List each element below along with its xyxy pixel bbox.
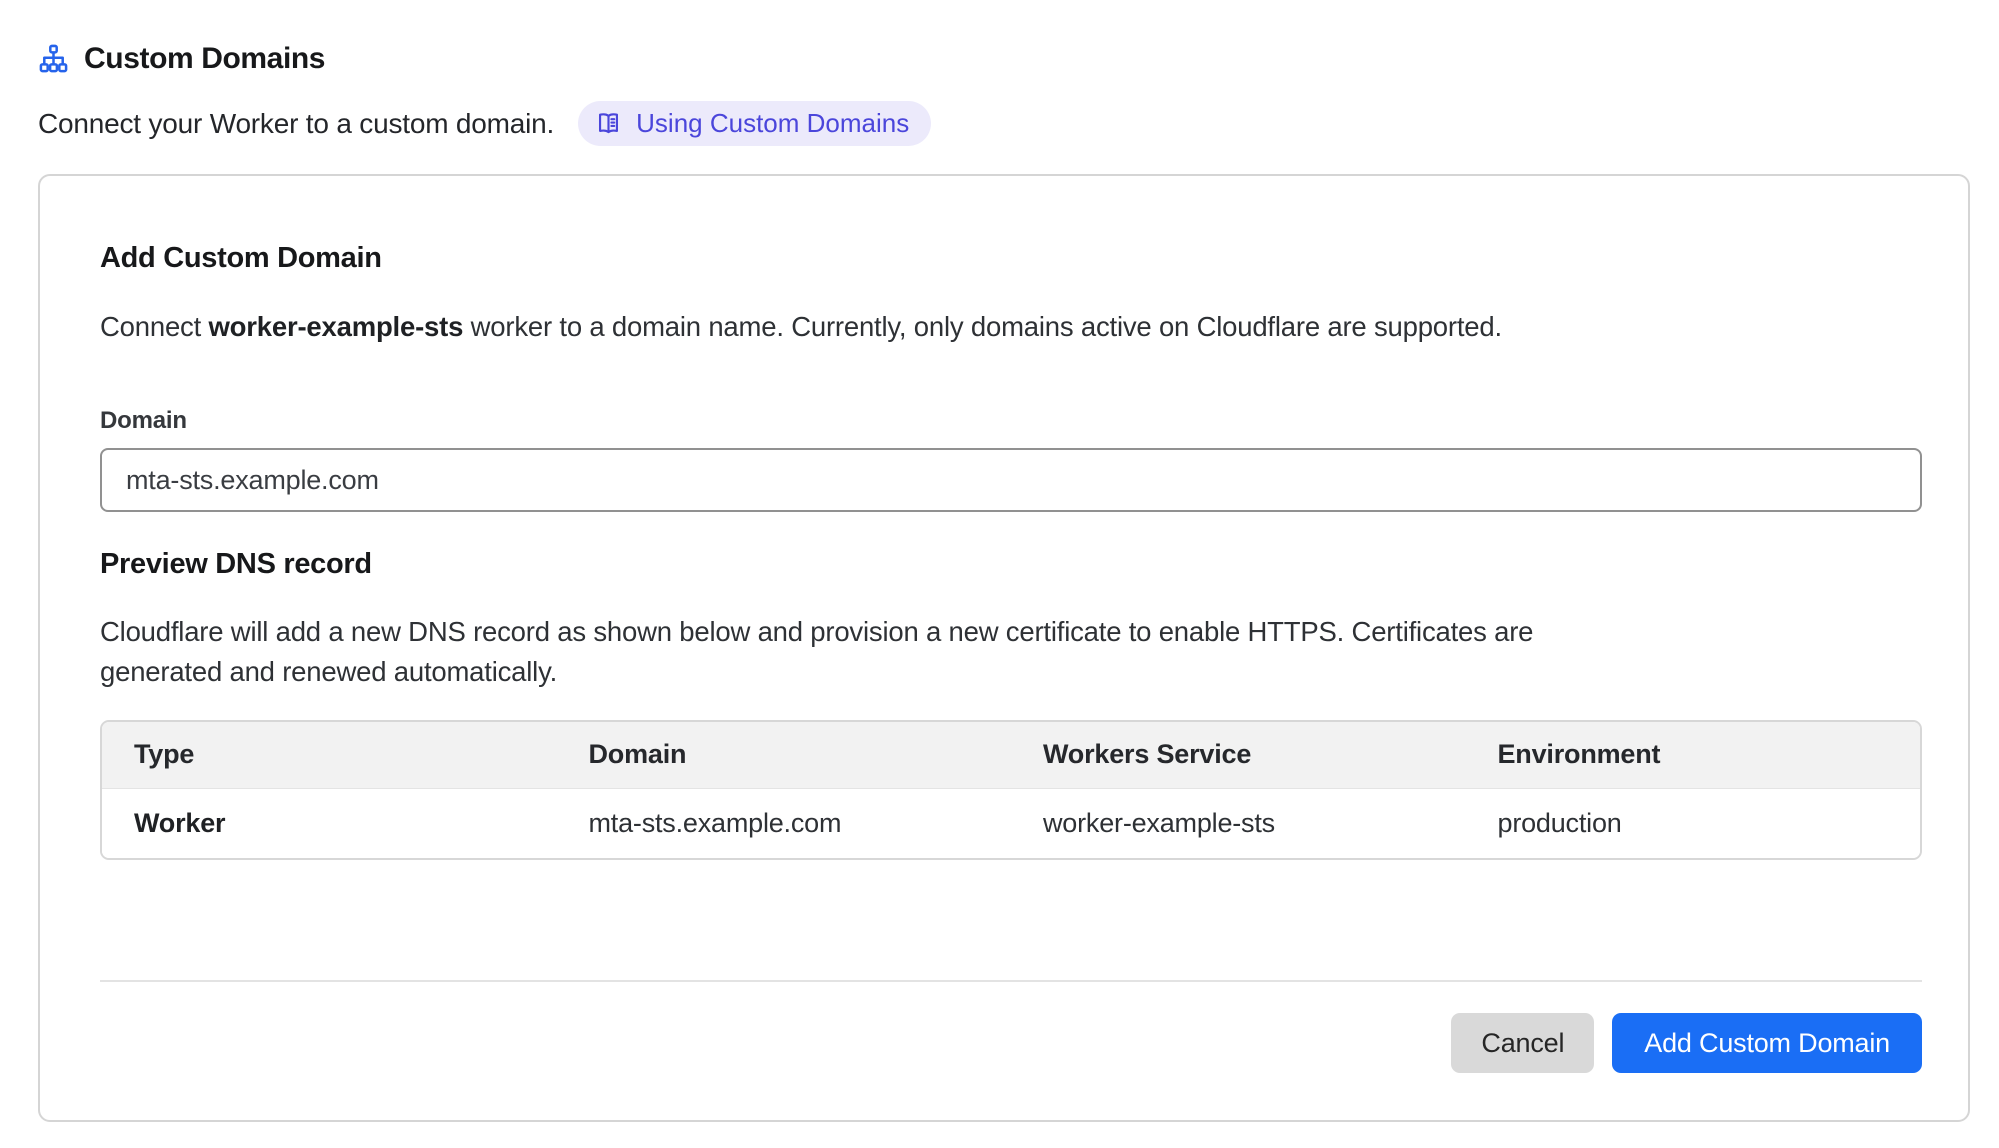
column-header-domain: Domain [557, 722, 1012, 788]
domain-input[interactable] [100, 448, 1922, 512]
page-header: Custom Domains [38, 42, 1970, 76]
docs-link-label: Using Custom Domains [636, 108, 909, 139]
domain-label: Domain [100, 406, 1922, 436]
add-custom-domain-button[interactable]: Add Custom Domain [1612, 1013, 1922, 1073]
preview-description-line2: generated and renewed automatically. [100, 652, 1922, 692]
preview-description: Cloudflare will add a new DNS record as … [100, 612, 1922, 692]
form-description-prefix: Connect [100, 311, 208, 342]
dns-record-table-wrap: Type Domain Workers Service Environment … [100, 720, 1922, 860]
page-subtitle-row: Connect your Worker to a custom domain. … [38, 101, 1970, 146]
cell-type: Worker [102, 788, 557, 858]
cell-workers-service: worker-example-sts [1011, 788, 1466, 858]
add-custom-domain-card: Add Custom Domain Connect worker-example… [38, 174, 1970, 1122]
cell-domain: mta-sts.example.com [557, 788, 1012, 858]
docs-link[interactable]: Using Custom Domains [578, 101, 931, 146]
sitemap-icon [38, 44, 69, 75]
page-subtitle: Connect your Worker to a custom domain. [38, 108, 554, 140]
column-header-type: Type [102, 722, 557, 788]
domain-field: Domain [100, 406, 1922, 512]
footer-divider [100, 980, 1922, 982]
column-header-workers-service: Workers Service [1011, 722, 1466, 788]
form-heading: Add Custom Domain [100, 240, 1922, 276]
open-book-icon [595, 110, 622, 137]
form-description-suffix: worker to a domain name. Currently, only… [463, 311, 1502, 342]
table-header-row: Type Domain Workers Service Environment [102, 722, 1920, 788]
custom-domains-page: Custom Domains Connect your Worker to a … [0, 0, 1999, 1122]
dns-record-table: Type Domain Workers Service Environment … [102, 722, 1920, 858]
worker-name: worker-example-sts [208, 311, 463, 342]
table-row: Worker mta-sts.example.com worker-exampl… [102, 788, 1920, 858]
preview-heading: Preview DNS record [100, 546, 1922, 582]
page-title: Custom Domains [84, 42, 325, 76]
footer-actions: Cancel Add Custom Domain [100, 1013, 1922, 1073]
preview-description-line1: Cloudflare will add a new DNS record as … [100, 612, 1922, 652]
cell-environment: production [1466, 788, 1921, 858]
cancel-button[interactable]: Cancel [1451, 1013, 1594, 1073]
column-header-environment: Environment [1466, 722, 1921, 788]
form-description: Connect worker-example-sts worker to a d… [100, 310, 1922, 344]
